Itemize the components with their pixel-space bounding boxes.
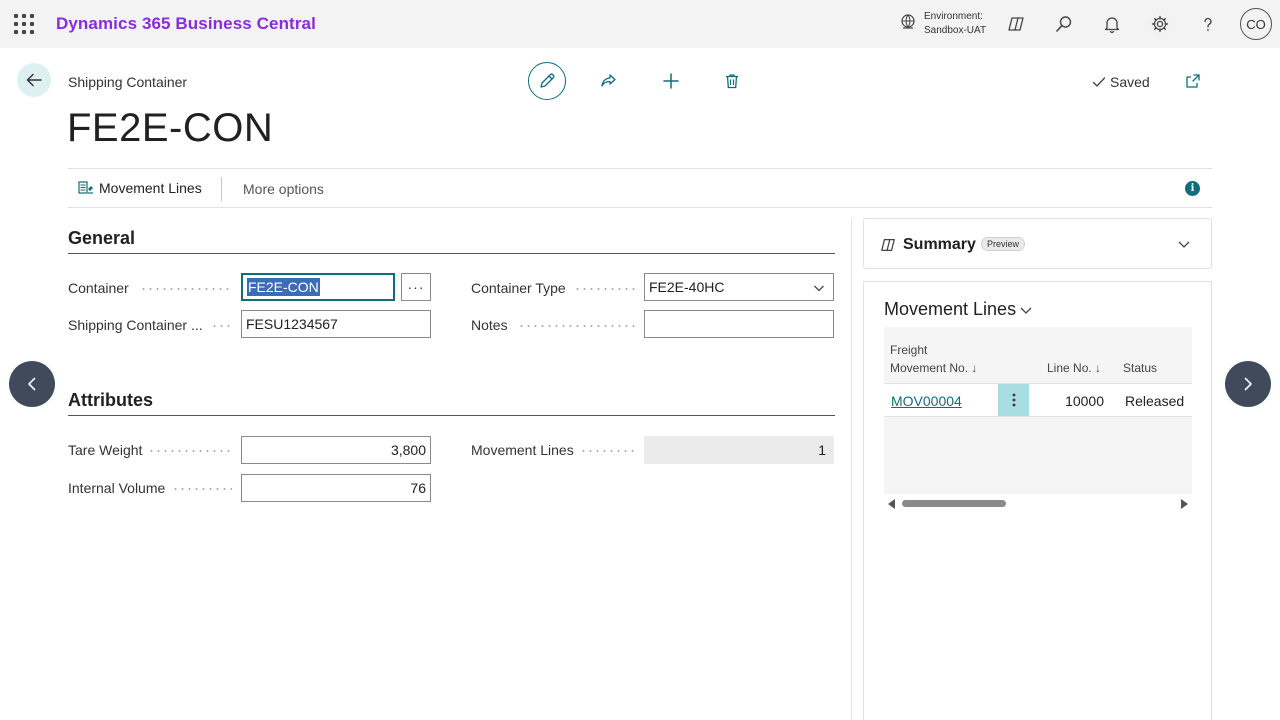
attributes-section-title[interactable]: Attributes	[68, 390, 153, 411]
open-new-window-button[interactable]	[1182, 70, 1204, 92]
movement-lines-factbox-title[interactable]: Movement Lines	[884, 299, 1033, 320]
tare-weight-dots	[148, 450, 232, 452]
movement-lines-action-label: Movement Lines	[99, 180, 202, 196]
shipping-container-dots	[211, 325, 232, 327]
app-launcher-icon[interactable]	[14, 14, 34, 34]
internal-volume-label: Internal Volume	[68, 480, 166, 496]
container-input[interactable]: FE2E-CON	[241, 273, 395, 301]
action-bar: Movement Lines More options i	[68, 168, 1212, 208]
info-icon[interactable]: i	[1185, 181, 1200, 196]
scroll-left-icon[interactable]	[888, 499, 895, 509]
notes-input[interactable]	[644, 310, 834, 338]
bell-icon[interactable]	[1100, 12, 1124, 36]
preview-badge: Preview	[981, 237, 1026, 251]
page-title: FE2E-CON	[67, 106, 274, 150]
chevron-right-icon	[1244, 377, 1252, 391]
container-type-label: Container Type	[471, 280, 566, 296]
movement-lines-count-dots	[580, 450, 636, 452]
top-bar: Dynamics 365 Business Central Environmen…	[0, 0, 1280, 48]
factbox-divider	[851, 218, 852, 720]
horizontal-scrollbar[interactable]	[884, 494, 1192, 512]
tare-weight-value: 3,800	[390, 442, 426, 458]
chevron-down-icon	[1020, 307, 1032, 314]
container-type-select[interactable]: FE2E-40HC	[644, 273, 834, 301]
action-divider	[221, 177, 222, 201]
row-menu-button[interactable]	[998, 384, 1029, 416]
new-button[interactable]	[660, 70, 682, 92]
tare-weight-label: Tare Weight	[68, 442, 143, 458]
trash-icon	[726, 74, 738, 89]
table-row[interactable]: MOV00004 10000 Released	[884, 383, 1192, 417]
column-header-status[interactable]: Status	[1123, 359, 1157, 377]
environment-name: Sandbox-UAT	[924, 25, 987, 36]
copilot-icon[interactable]	[1004, 12, 1028, 36]
app-name[interactable]: Dynamics 365 Business Central	[56, 14, 316, 34]
breadcrumb: Shipping Container	[68, 74, 188, 90]
container-input-value: FE2E-CON	[247, 278, 320, 296]
shipping-container-label: Shipping Container ...	[68, 317, 203, 333]
internal-volume-input[interactable]: 76	[241, 474, 431, 502]
user-avatar[interactable]: CO	[1240, 8, 1272, 40]
edit-button[interactable]	[528, 62, 566, 100]
scroll-thumb[interactable]	[902, 500, 1006, 507]
pencil-icon	[540, 73, 555, 88]
checkmark-icon	[1092, 77, 1106, 87]
shipping-container-value: FESU1234567	[246, 316, 338, 332]
tare-weight-input[interactable]: 3,800	[241, 436, 431, 464]
general-section-title[interactable]: General	[68, 228, 135, 249]
status-cell: Released	[1125, 393, 1185, 409]
next-record-button[interactable]	[1225, 361, 1271, 407]
save-status: Saved	[1092, 74, 1150, 90]
notes-label: Notes	[471, 317, 508, 333]
more-vertical-icon	[1012, 393, 1015, 407]
environment-label: Environment:	[924, 11, 983, 22]
container-dots	[140, 288, 232, 290]
column-header-freight-movement-no[interactable]: Freight Movement No. ↓	[890, 341, 977, 377]
arrow-left-icon	[26, 73, 42, 87]
container-label: Container	[68, 280, 129, 296]
scroll-right-icon[interactable]	[1181, 499, 1188, 509]
attributes-section-divider	[68, 415, 835, 416]
notes-dots	[518, 325, 636, 327]
previous-record-button[interactable]	[9, 361, 55, 407]
shipping-container-input[interactable]: FESU1234567	[241, 310, 431, 338]
search-icon[interactable]	[1052, 12, 1076, 36]
movement-no-link[interactable]: MOV00004	[891, 393, 962, 409]
movement-lines-count-value[interactable]: 1	[644, 436, 834, 464]
container-type-dots	[574, 288, 636, 290]
movement-lines-factbox: Movement Lines Freight Movement No. ↓ Li…	[863, 281, 1212, 720]
summary-card[interactable]: Summary Preview	[863, 218, 1212, 269]
internal-volume-dots	[172, 488, 232, 490]
open-in-new-window-icon	[1186, 74, 1200, 88]
movement-lines-grid: Freight Movement No. ↓ Line No. ↓ Status…	[884, 327, 1192, 512]
more-options-action[interactable]: More options	[243, 181, 324, 197]
plus-icon	[663, 73, 679, 89]
gear-icon[interactable]	[1148, 12, 1172, 36]
environment-indicator[interactable]: Environment: Sandbox-UAT	[900, 10, 986, 38]
column-header-line-no[interactable]: Line No. ↓	[1047, 359, 1101, 377]
column-header-line2: Movement No. ↓	[890, 361, 978, 375]
help-icon[interactable]	[1196, 12, 1220, 36]
general-section-divider	[68, 253, 835, 254]
movement-lines-count-label: Movement Lines	[471, 442, 574, 458]
save-status-text: Saved	[1110, 74, 1150, 90]
movement-lines-action[interactable]: Movement Lines	[78, 180, 202, 196]
movement-lines-factbox-title-text: Movement Lines	[884, 299, 1017, 319]
internal-volume-value: 76	[410, 480, 426, 496]
container-type-value: FE2E-40HC	[649, 279, 725, 295]
line-no-cell: 10000	[1065, 393, 1104, 409]
chevron-down-icon	[814, 285, 824, 292]
movement-lines-icon	[78, 181, 93, 194]
chevron-down-icon[interactable]	[1177, 237, 1191, 256]
chevron-left-icon	[28, 377, 36, 391]
copilot-summary-icon	[880, 237, 896, 258]
back-button[interactable]	[17, 63, 51, 97]
delete-button[interactable]	[721, 70, 743, 92]
share-button[interactable]	[597, 70, 619, 92]
share-icon	[601, 74, 616, 87]
column-header-line1: Freight	[890, 343, 928, 357]
container-lookup-button[interactable]: ···	[401, 273, 431, 301]
globe-icon	[900, 13, 916, 35]
summary-title: Summary	[903, 236, 976, 253]
